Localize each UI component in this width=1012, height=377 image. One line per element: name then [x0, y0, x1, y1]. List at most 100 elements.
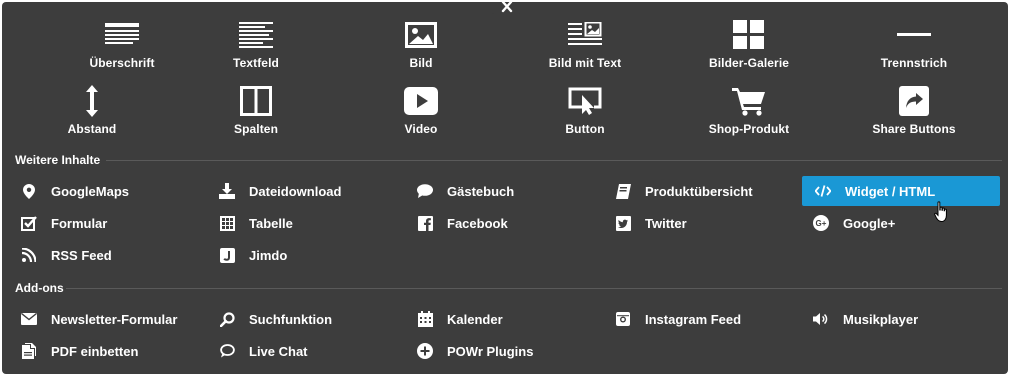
tile-bild[interactable]: Bild — [351, 18, 491, 78]
item-label: Live Chat — [249, 343, 308, 359]
item-formular[interactable]: Formular — [2, 208, 200, 238]
item-google-plus[interactable]: G+ Google+ — [794, 208, 992, 238]
item-label: Google+ — [843, 215, 896, 231]
tile-label: Überschrift — [89, 56, 155, 70]
item-label: Suchfunktion — [249, 311, 333, 327]
item-label: PDF einbetten — [51, 343, 139, 359]
tile-label: Bild mit Text — [548, 56, 622, 70]
item-label: Musikplayer — [843, 311, 919, 327]
tile-spalten[interactable]: Spalten — [186, 84, 326, 144]
svg-text:G+: G+ — [816, 219, 827, 228]
item-label: Newsletter-Formular — [51, 311, 178, 327]
tile-label: Spalten — [233, 122, 279, 136]
item-label: Widget / HTML — [845, 183, 936, 199]
tile-bilder-galerie[interactable]: Bilder-Galerie — [679, 18, 819, 78]
facebook-icon — [417, 215, 433, 231]
item-powr-plugins[interactable]: POWr Plugins — [398, 336, 596, 366]
search-icon — [219, 311, 235, 327]
shopping-cart-icon — [731, 84, 767, 118]
item-label: Formular — [51, 215, 108, 231]
item-label: Instagram Feed — [645, 311, 742, 327]
content-picker-panel: Überschrift Textfeld Bild Bild mit Text … — [2, 1, 1008, 374]
envelope-icon — [21, 311, 37, 327]
item-newsletter-formular[interactable]: Newsletter-Formular — [2, 304, 200, 334]
item-dateidownload[interactable]: Dateidownload — [200, 176, 398, 206]
item-label: RSS Feed — [51, 247, 112, 263]
columns-icon — [238, 84, 274, 118]
tile-video[interactable]: Video — [351, 84, 491, 144]
tile-share-buttons[interactable]: Share Buttons — [844, 84, 984, 144]
section-title-add-ons: Add-ons — [15, 281, 64, 295]
map-pin-icon — [21, 183, 37, 199]
catalog-icon — [615, 183, 631, 199]
item-kalender[interactable]: Kalender — [398, 304, 596, 334]
table-icon — [219, 215, 235, 231]
pdf-icon — [21, 343, 37, 359]
instagram-icon — [615, 311, 631, 327]
item-label: Dateidownload — [249, 183, 342, 199]
tile-ueberschrift[interactable]: Überschrift — [52, 18, 192, 78]
item-label: Gästebuch — [447, 183, 515, 199]
item-googlemaps[interactable]: GoogleMaps — [2, 176, 200, 206]
item-label: POWr Plugins — [447, 343, 534, 359]
item-live-chat[interactable]: Live Chat — [200, 336, 398, 366]
tile-label: Button — [565, 122, 605, 136]
item-gaestebuch[interactable]: Gästebuch — [398, 176, 596, 206]
jimdo-icon — [219, 247, 235, 263]
tile-label: Video — [404, 122, 438, 136]
item-instagram-feed[interactable]: Instagram Feed — [596, 304, 794, 334]
tile-label: Abstand — [67, 122, 117, 136]
item-rss-feed[interactable]: RSS Feed — [2, 240, 200, 270]
item-suchfunktion[interactable]: Suchfunktion — [200, 304, 398, 334]
tile-label: Share Buttons — [872, 122, 956, 136]
speech-bubble-icon — [417, 183, 433, 199]
text-icon — [238, 18, 274, 52]
item-label: Produktübersicht — [645, 183, 753, 199]
chat-icon — [219, 343, 235, 359]
tile-bild-mit-text[interactable]: Bild mit Text — [515, 18, 655, 78]
divider-line-icon — [896, 18, 932, 52]
rss-icon — [21, 247, 37, 263]
tile-shop-produkt[interactable]: Shop-Produkt — [679, 84, 819, 144]
hand-cursor-icon — [934, 201, 950, 228]
item-label: Kalender — [447, 311, 503, 327]
spacing-icon — [74, 84, 110, 118]
item-jimdo[interactable]: Jimdo — [200, 240, 398, 270]
image-icon — [403, 18, 439, 52]
item-tabelle[interactable]: Tabelle — [200, 208, 398, 238]
google-plus-icon: G+ — [813, 215, 829, 231]
share-icon — [896, 84, 932, 118]
checkbox-icon — [21, 215, 37, 231]
section-divider — [66, 288, 1002, 289]
item-widget-html[interactable]: Widget / HTML — [802, 176, 1000, 206]
tile-label: Textfeld — [233, 56, 279, 70]
item-label: Twitter — [645, 215, 687, 231]
section-divider — [106, 160, 1002, 161]
heading-icon — [104, 18, 140, 52]
item-produktuebersicht[interactable]: Produktübersicht — [596, 176, 794, 206]
tile-button[interactable]: Button — [515, 84, 655, 144]
tile-label: Shop-Produkt — [708, 122, 790, 136]
code-icon — [815, 183, 831, 199]
item-label: Facebook — [447, 215, 508, 231]
tile-label: Bild — [409, 56, 433, 70]
item-twitter[interactable]: Twitter — [596, 208, 794, 238]
download-icon — [219, 183, 235, 199]
close-button[interactable] — [491, 1, 522, 14]
item-pdf-einbetten[interactable]: PDF einbetten — [2, 336, 200, 366]
video-play-icon — [403, 84, 439, 118]
tile-abstand[interactable]: Abstand — [22, 84, 162, 144]
item-label: GoogleMaps — [51, 183, 130, 199]
tile-textfeld[interactable]: Textfeld — [186, 18, 326, 78]
tile-trennstrich[interactable]: Trennstrich — [844, 18, 984, 78]
close-icon — [501, 1, 512, 13]
item-facebook[interactable]: Facebook — [398, 208, 596, 238]
item-label: Tabelle — [249, 215, 293, 231]
gallery-icon — [731, 18, 767, 52]
tile-label: Bilder-Galerie — [708, 56, 790, 70]
item-musikplayer[interactable]: Musikplayer — [794, 304, 992, 334]
section-title-weitere-inhalte: Weitere Inhalte — [15, 153, 101, 167]
twitter-icon — [615, 215, 631, 231]
calendar-icon — [417, 311, 433, 327]
plus-circle-icon — [417, 343, 433, 359]
